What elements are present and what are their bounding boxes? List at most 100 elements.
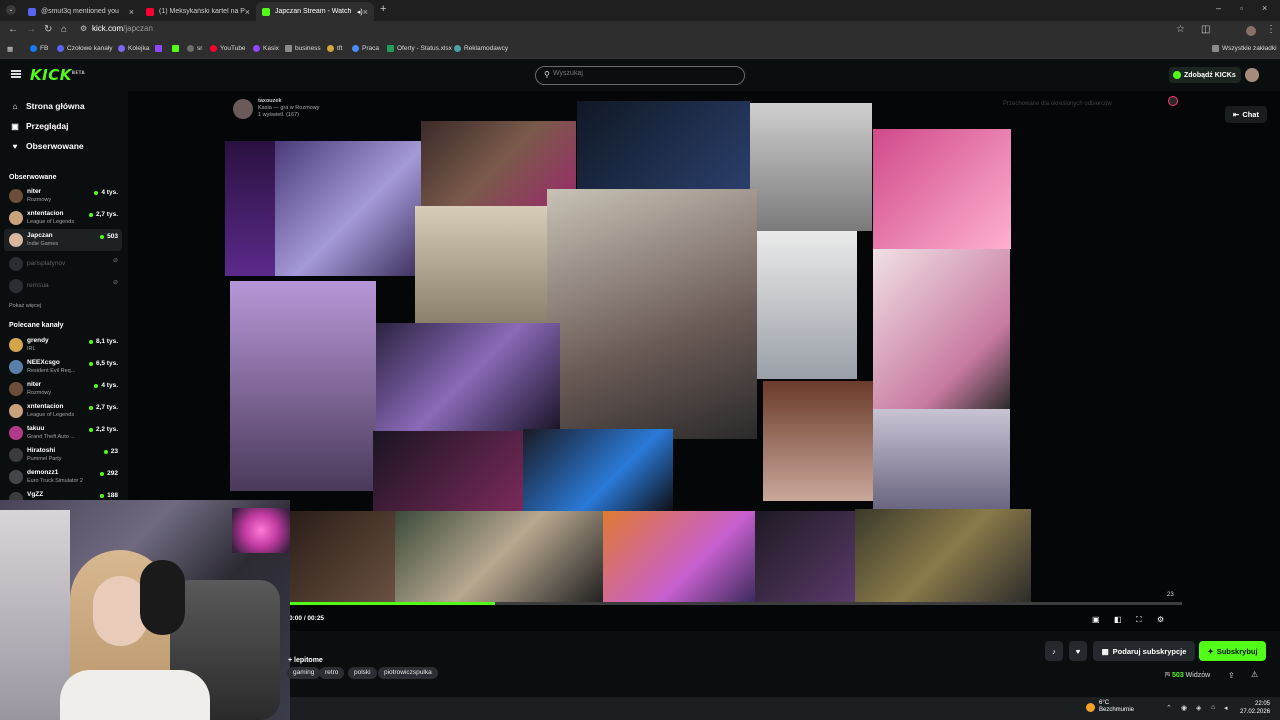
bookmark-business[interactable]: business — [285, 45, 321, 52]
bookmark-tft[interactable]: tft — [327, 45, 342, 52]
follow-button[interactable]: ♥ — [1069, 641, 1087, 661]
stream-tag[interactable]: polski — [348, 667, 377, 679]
browser-tab-discord[interactable]: @smut3q mentioned you × — [22, 2, 140, 21]
stream-tag[interactable]: retro — [319, 667, 345, 679]
site-info-icon[interactable]: ⚙ — [80, 24, 87, 33]
back-icon[interactable]: ← — [8, 24, 18, 35]
channel-category: Rozmowy — [27, 390, 52, 396]
bookmark-fb[interactable]: FB — [30, 45, 48, 52]
video-tile — [873, 409, 1010, 509]
clock-time: 22:05 — [1255, 701, 1271, 707]
notifications-button[interactable]: ♪ — [1045, 641, 1063, 661]
maximize-button[interactable]: ▫ — [1240, 4, 1243, 13]
recommended-channel[interactable]: xntentacion League of Legends 2,7 tys. — [4, 400, 122, 422]
pip-icon[interactable]: ◧ — [1114, 615, 1122, 624]
channel-name: grendy — [27, 337, 49, 344]
chat-label: Chat — [1242, 110, 1259, 119]
close-icon[interactable]: × — [245, 7, 250, 17]
settings-icon[interactable]: ⚙ — [1157, 615, 1164, 624]
recommended-channel[interactable]: NEEXcsgo Resident Evil Req... 6,5 tys. — [4, 356, 122, 378]
search-bar[interactable]: ⚲ — [535, 66, 745, 85]
menu-icon[interactable]: ⋮ — [1266, 24, 1276, 35]
sidebar-item-browse[interactable]: ▣ Przeglądaj — [10, 121, 68, 131]
subscribe-button[interactable]: ✦ Subskrybuj — [1199, 641, 1266, 661]
bookmark-kasix[interactable]: Kasix — [253, 45, 279, 52]
recommended-channel[interactable]: grendy IRL 8,1 tys. — [4, 334, 122, 356]
get-kicks-label: Zdobądź KICKs — [1184, 71, 1236, 79]
tray-app-icon[interactable]: ◈ — [1196, 704, 1201, 712]
url-field[interactable]: kick.com/japczan — [92, 24, 153, 33]
bookmark-praca[interactable]: Praca — [352, 45, 379, 52]
recommended-channel[interactable]: VgZZ 188 — [4, 488, 122, 500]
kick-logo[interactable]: KICKBETA — [30, 66, 85, 84]
bookmark-kick[interactable] — [172, 45, 182, 52]
recommended-channel[interactable]: demonzz1 Euro Truck Simulator 2 292 — [4, 466, 122, 488]
apps-icon[interactable]: ▦ — [7, 45, 13, 53]
system-clock[interactable]: 22:05 27.02.2026 — [1240, 700, 1270, 716]
channel-name: takuu — [27, 425, 45, 432]
profile-icon[interactable] — [1246, 26, 1256, 36]
bookmark-kolejka[interactable]: Kolejka — [118, 45, 149, 52]
recommended-channel[interactable]: niter Rozmowy 4 tys. — [4, 378, 122, 400]
bookmark-czolowe[interactable]: Czołowe kanały — [57, 45, 113, 52]
chat-toggle-button[interactable]: ⇤ Chat — [1225, 106, 1267, 123]
fullscreen-icon[interactable]: ⛶ — [1136, 615, 1142, 625]
bookmark-youtube[interactable]: YouTube — [210, 45, 246, 52]
theater-mode-icon[interactable]: ▣ — [1092, 615, 1100, 624]
new-tab-button[interactable]: + — [380, 3, 386, 15]
close-icon[interactable]: × — [363, 7, 368, 17]
avatar — [9, 492, 23, 500]
followed-channel-japczan[interactable]: Japczan Indie Games 503 — [4, 229, 122, 251]
bookmark-oferty[interactable]: Oferty - Status.xlsx — [387, 45, 452, 52]
extensions-icon[interactable]: ◫ — [1201, 24, 1210, 35]
close-icon[interactable]: × — [129, 7, 134, 17]
video-progress-bar[interactable] — [290, 602, 1182, 605]
minimize-button[interactable]: – — [1216, 3, 1221, 13]
followed-channel-remsua[interactable]: remsua ⊘ — [4, 275, 122, 297]
followed-channel-xntentacion[interactable]: xntentacion League of Legends 2,7 tys. — [4, 207, 122, 229]
home-icon[interactable]: ⌂ — [61, 24, 67, 35]
followed-channel-parisplatynov[interactable]: parisplatynov ⊘ — [4, 253, 122, 275]
share-icon[interactable]: ⇪ — [1228, 671, 1235, 680]
tray-app-icon[interactable]: ◉ — [1181, 704, 1187, 712]
bookmark-twitch[interactable] — [155, 45, 165, 52]
menu-icon[interactable] — [11, 70, 21, 78]
youtube-icon — [210, 45, 217, 52]
video-player[interactable]: taxouzek Kasia — gra w Rozmowy 1 wyświet… — [128, 91, 1280, 631]
star-icon[interactable]: ☆ — [1176, 24, 1185, 35]
report-icon[interactable]: ⚠ — [1251, 670, 1258, 679]
reload-icon[interactable]: ↻ — [44, 24, 52, 35]
close-window-button[interactable]: × — [1262, 3, 1267, 13]
get-kicks-button[interactable]: Zdobądź KICKs — [1169, 67, 1241, 83]
channel-category: League of Legends — [27, 412, 75, 418]
search-input[interactable] — [553, 70, 733, 77]
kicks-icon — [1173, 71, 1181, 79]
search-icon: ⚲ — [544, 70, 550, 79]
stream-tag[interactable]: gaming — [287, 667, 321, 679]
weather-widget[interactable]: 6°C Bezchmurnie — [1086, 700, 1134, 714]
bookmark-sr[interactable]: sr — [187, 45, 202, 52]
recommended-channel[interactable]: takuu Grand Theft Auto ... 2,2 tys. — [4, 422, 122, 444]
viewer-count: 2,7 tys. — [95, 404, 118, 411]
network-icon[interactable]: ⌂ — [1211, 704, 1215, 711]
tab-search-icon[interactable]: ⌄ — [6, 5, 16, 15]
sidebar-item-home[interactable]: ⌂ Strona główna — [10, 101, 85, 111]
forward-icon[interactable]: → — [26, 24, 36, 35]
followed-channel-niter[interactable]: niter Rozmowy 4 tys. — [4, 185, 122, 207]
recommended-channel[interactable]: Hiratoshi Pummel Party 23 — [4, 444, 122, 466]
gift-subs-button[interactable]: ▦ Podaruj subskrypcje — [1093, 641, 1195, 661]
tray-chevron-icon[interactable]: ⌃ — [1166, 704, 1172, 712]
show-more-link[interactable]: Pokaż więcej — [9, 303, 41, 309]
channel-category: Rozmowy — [27, 197, 52, 203]
clip-counter: 23 — [1167, 592, 1174, 598]
volume-icon[interactable]: ◂ — [1224, 704, 1228, 712]
stream-tag[interactable]: piotrowiczspulka — [378, 667, 438, 679]
all-bookmarks[interactable]: Wszystkie zakładki — [1212, 45, 1277, 52]
browser-tab-kick[interactable]: Japczan Stream - Watch Li ◂) × — [256, 2, 374, 21]
sidebar-item-following[interactable]: ♥ Obserwowane — [10, 141, 84, 151]
avatar[interactable] — [1245, 68, 1259, 82]
channel-name: niter — [27, 381, 42, 388]
bookmark-reklamodawcy[interactable]: Reklamodawcy — [454, 45, 508, 52]
browser-tab-youtube[interactable]: (1) Meksykański kartel na Podk × — [140, 2, 256, 21]
video-tile — [750, 103, 872, 231]
